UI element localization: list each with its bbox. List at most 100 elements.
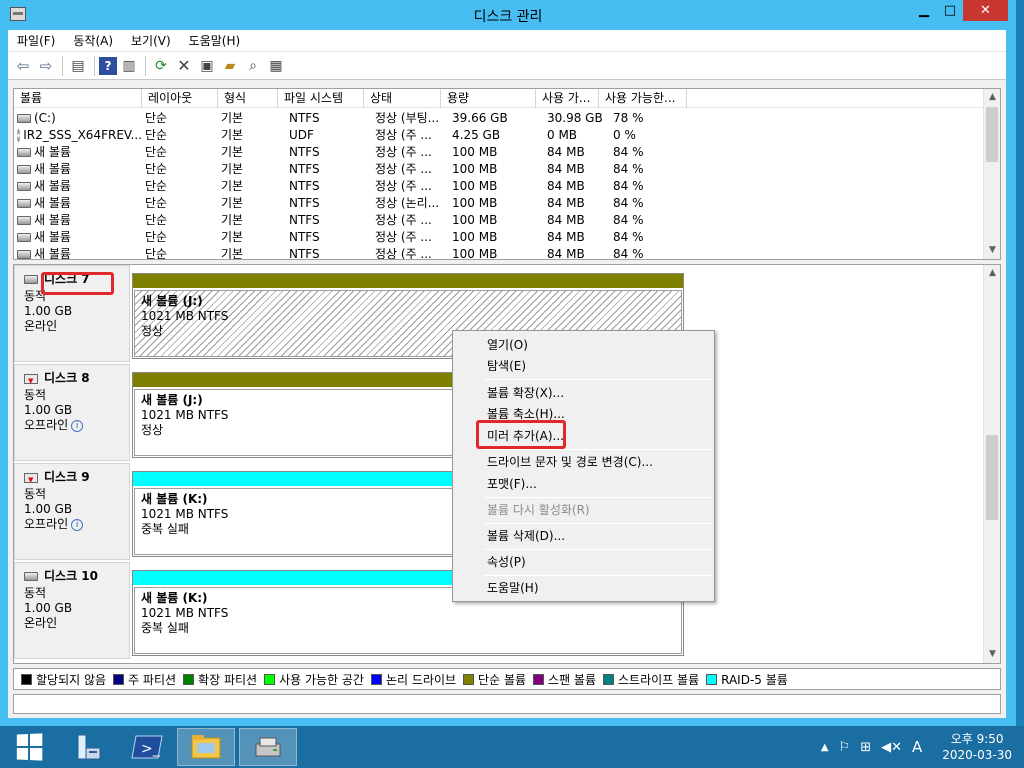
col-free[interactable]: 사용 가... bbox=[536, 89, 599, 108]
col-free-percent[interactable]: 사용 가능한... bbox=[599, 89, 687, 108]
menu-help[interactable]: 도움말(H) bbox=[180, 32, 250, 49]
network-icon[interactable]: ⊞ bbox=[860, 740, 871, 755]
col-layout[interactable]: 레이아웃 bbox=[142, 89, 218, 108]
table-row[interactable]: IR2_SSS_X64FREV... 단순 기본 UDF 정상 (주 ... 4.25 G… bbox=[14, 127, 984, 144]
powershell-button[interactable]: >_ bbox=[118, 728, 176, 766]
disk-size: 1.00 GB bbox=[24, 502, 73, 516]
clock[interactable]: 오후 9:50 2020-03-30 bbox=[942, 731, 1012, 763]
col-volume[interactable]: 볼륨 bbox=[14, 89, 142, 108]
disk-offline-icon bbox=[24, 373, 38, 389]
back-icon[interactable]: ⇦ bbox=[12, 55, 34, 77]
menu-explore[interactable]: 탐색(E) bbox=[487, 357, 526, 375]
volume-muted-icon[interactable]: ◀✕ bbox=[881, 740, 902, 755]
table-cell: 84 % bbox=[613, 247, 644, 260]
disk-label[interactable]: 디스크 8 동적1.00 GB오프라인i bbox=[14, 364, 130, 461]
menu-delete-volume[interactable]: 볼륨 삭제(D)... bbox=[487, 527, 565, 545]
menu-properties[interactable]: 속성(P) bbox=[487, 553, 526, 571]
col-status[interactable]: 상태 bbox=[364, 89, 441, 108]
volume-icon bbox=[17, 114, 31, 123]
menu-help-item[interactable]: 도움말(H) bbox=[487, 579, 539, 597]
table-row[interactable]: 새 볼륨 단순 기본 NTFS 정상 (주 ... 100 MB 84 MB 84 % bbox=[14, 212, 984, 229]
table-cell: 84 MB bbox=[547, 145, 585, 159]
table-cell: NTFS bbox=[289, 145, 320, 159]
table-cell: 단순 bbox=[145, 213, 168, 227]
close-button[interactable]: ✕ bbox=[963, 0, 1008, 21]
properties-icon[interactable]: ▣ bbox=[196, 55, 218, 77]
maximize-button[interactable]: □ bbox=[937, 0, 963, 21]
table-cell: 단순 bbox=[145, 230, 168, 244]
action-center-flag-icon[interactable]: ⚐ bbox=[839, 740, 851, 755]
disk-view-scrollbar[interactable]: ▲ ▼ bbox=[983, 265, 1000, 663]
col-file-system[interactable]: 파일 시스템 bbox=[278, 89, 364, 108]
table-row[interactable]: 새 볼륨 단순 기본 NTFS 정상 (주 ... 100 MB 84 MB 84 % bbox=[14, 144, 984, 161]
settings-icon[interactable]: ▦ bbox=[265, 55, 287, 77]
scroll-down-icon[interactable]: ▼ bbox=[984, 242, 1000, 259]
col-capacity[interactable]: 용량 bbox=[441, 89, 536, 108]
show-hide-action-pane-icon[interactable]: ▥ bbox=[118, 55, 140, 77]
table-row[interactable]: (C:) 단순 기본 NTFS 정상 (부팅... 39.66 GB 30.98 GB 78 … bbox=[14, 110, 984, 127]
legend: 할당되지 않음 주 파티션 확장 파티션 사용 가능한 공간 논리 드라이브 단순 볼륨 스… bbox=[13, 668, 1001, 690]
scroll-down-icon[interactable]: ▼ bbox=[984, 646, 1000, 663]
table-cell: 84 MB bbox=[547, 179, 585, 193]
disk-label[interactable]: 디스크 10 동적 1.00 GB 온라인 bbox=[14, 562, 130, 659]
col-type[interactable]: 형식 bbox=[218, 89, 278, 108]
help-icon[interactable]: ? bbox=[99, 56, 117, 75]
scroll-thumb[interactable] bbox=[986, 435, 998, 520]
table-cell: 새 볼륨 bbox=[14, 246, 142, 259]
table-cell: 100 MB bbox=[452, 162, 498, 176]
table-cell: 새 볼륨 bbox=[14, 195, 142, 212]
search-icon[interactable]: ⌕ bbox=[242, 55, 264, 77]
legend-label: 주 파티션 bbox=[128, 672, 177, 687]
file-explorer-button[interactable] bbox=[177, 728, 235, 766]
refresh-icon[interactable]: ⟳ bbox=[150, 55, 172, 77]
menu-change-drive-letter[interactable]: 드라이브 문자 및 경로 변경(C)... bbox=[487, 453, 653, 471]
show-hide-console-tree-icon[interactable]: ▤ bbox=[67, 55, 89, 77]
menu-extend-volume[interactable]: 볼륨 확장(X)... bbox=[487, 384, 564, 402]
legend-swatch bbox=[21, 673, 32, 685]
disk-icon bbox=[24, 275, 38, 284]
table-cell: 0 % bbox=[613, 128, 636, 142]
svg-text:>_: >_ bbox=[141, 741, 161, 757]
system-tray: ▲ ⚐ ⊞ ◀✕ A 오후 9:50 2020-03-30 bbox=[811, 726, 1024, 768]
server-manager-button[interactable] bbox=[58, 728, 116, 766]
scroll-up-icon[interactable]: ▲ bbox=[984, 265, 1000, 282]
scroll-up-icon[interactable]: ▲ bbox=[984, 89, 1000, 106]
start-button[interactable] bbox=[0, 728, 58, 766]
menu-open[interactable]: 열기(O) bbox=[487, 336, 528, 354]
volume-list-scrollbar[interactable]: ▲ ▼ bbox=[983, 89, 1000, 259]
menu-format[interactable]: 포맷(F)... bbox=[487, 475, 537, 493]
context-menu: 열기(O) 탐색(E) 볼륨 확장(X)... 볼륨 축소(H)... 미러 추… bbox=[452, 330, 715, 602]
legend-label: 스팬 볼륨 bbox=[548, 672, 597, 687]
info-icon[interactable]: i bbox=[71, 518, 84, 531]
scroll-thumb[interactable] bbox=[986, 107, 998, 162]
table-cell: 단순 bbox=[145, 196, 168, 210]
table-cell: NTFS bbox=[289, 196, 320, 210]
menu-action[interactable]: 동작(A) bbox=[64, 32, 122, 49]
table-cell: NTFS bbox=[289, 111, 320, 125]
menu-file[interactable]: 파일(F) bbox=[8, 32, 64, 49]
windows-logo-icon bbox=[16, 733, 43, 761]
table-cell: 100 MB bbox=[452, 247, 498, 260]
info-icon[interactable]: i bbox=[71, 419, 84, 432]
title-bar[interactable]: 디스크 관리 ▁ □ ✕ bbox=[0, 0, 1016, 30]
table-row[interactable]: 새 볼륨 단순 기본 NTFS 정상 (주 ... 100 MB 84 MB 84 % bbox=[14, 161, 984, 178]
delete-icon[interactable]: ✕ bbox=[173, 55, 195, 77]
table-cell: 새 볼륨 bbox=[14, 144, 142, 161]
disk-management-taskbar-button[interactable] bbox=[239, 728, 297, 766]
table-row[interactable]: 새 볼륨 단순 기본 NTFS 정상 (주 ... 100 MB 84 MB 84 % bbox=[14, 229, 984, 246]
table-row[interactable]: 새 볼륨 단순 기본 NTFS 정상 (논리... 100 MB 84 MB 84 % bbox=[14, 195, 984, 212]
table-cell: 84 MB bbox=[547, 213, 585, 227]
ime-indicator[interactable]: A bbox=[912, 738, 922, 756]
table-row[interactable]: 새 볼륨 단순 기본 NTFS 정상 (주 ... 100 MB 84 MB 84 % bbox=[14, 246, 984, 260]
disk-label[interactable]: 디스크 9 동적1.00 GB오프라인i bbox=[14, 463, 130, 560]
minimize-button[interactable]: ▁ bbox=[911, 0, 937, 21]
table-cell: 39.66 GB bbox=[452, 111, 508, 125]
table-cell: 정상 (주 ... bbox=[375, 213, 432, 227]
menu-view[interactable]: 보기(V) bbox=[122, 32, 180, 49]
table-row[interactable]: 새 볼륨 단순 기본 NTFS 정상 (주 ... 100 MB 84 MB 84 % bbox=[14, 178, 984, 195]
forward-icon[interactable]: ⇨ bbox=[35, 55, 57, 77]
table-cell: 4.25 GB bbox=[452, 128, 501, 142]
open-folder-icon[interactable]: ▰ bbox=[219, 55, 241, 77]
table-cell: 100 MB bbox=[452, 179, 498, 193]
show-hidden-icons-icon[interactable]: ▲ bbox=[821, 742, 829, 753]
